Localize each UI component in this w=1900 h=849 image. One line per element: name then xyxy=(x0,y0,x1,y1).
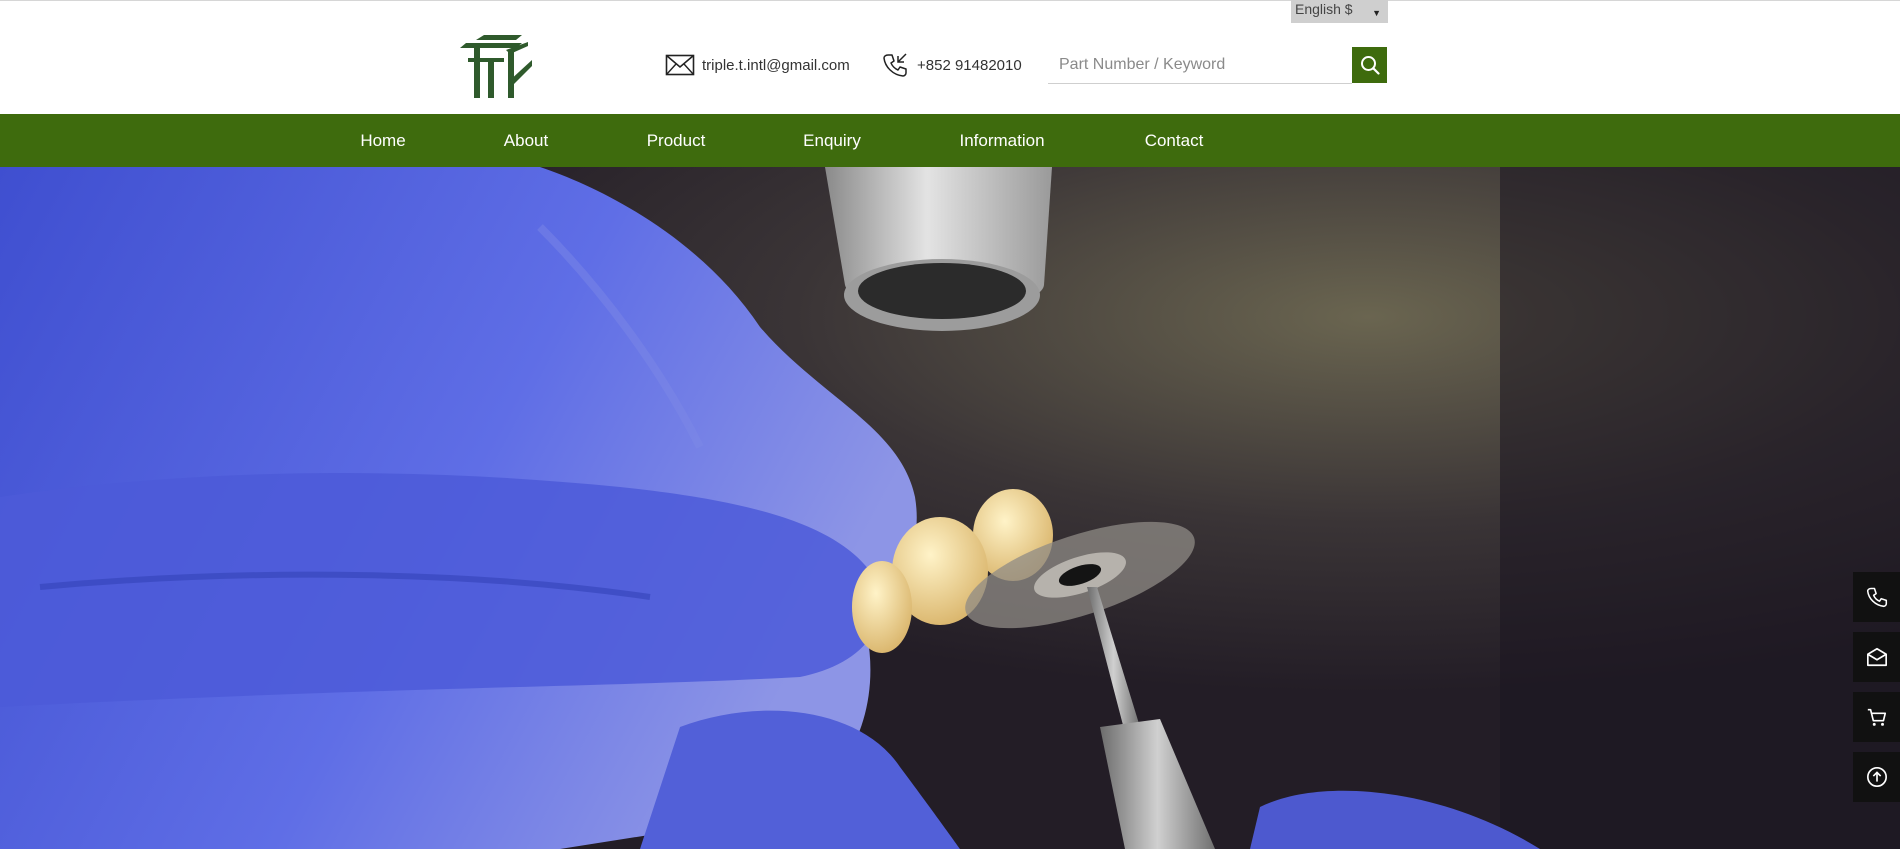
language-selected: English $ xyxy=(1295,1,1353,17)
phone-text[interactable]: +852 91482010 xyxy=(917,57,1022,74)
side-mail-button[interactable] xyxy=(1853,632,1900,682)
email-text[interactable]: triple.t.intl@gmail.com xyxy=(702,57,850,74)
nav-about[interactable]: About xyxy=(504,114,548,167)
phone-call-icon xyxy=(883,53,907,77)
side-phone-button[interactable] xyxy=(1853,572,1900,622)
nav-product[interactable]: Product xyxy=(647,114,706,167)
cart-icon xyxy=(1867,708,1886,726)
hero-banner xyxy=(0,167,1900,849)
nav-home[interactable]: Home xyxy=(360,114,405,167)
side-back-to-top-button[interactable] xyxy=(1853,752,1900,802)
search-button[interactable] xyxy=(1352,47,1387,83)
phone-icon xyxy=(1866,587,1887,608)
search-input[interactable] xyxy=(1048,47,1352,84)
nav-contact[interactable]: Contact xyxy=(1145,114,1204,167)
mail-icon xyxy=(1866,647,1887,667)
side-cart-button[interactable] xyxy=(1853,692,1900,742)
search-icon xyxy=(1360,56,1380,75)
company-logo[interactable] xyxy=(456,32,536,102)
dropdown-caret-icon: ▼ xyxy=(1372,8,1381,18)
search-bar xyxy=(1048,47,1387,84)
nav-information[interactable]: Information xyxy=(959,114,1044,167)
site-header: triple.t.intl@gmail.com +852 91482010 xyxy=(0,1,1900,114)
mail-icon xyxy=(665,54,695,76)
phone-contact[interactable]: +852 91482010 xyxy=(882,52,1022,78)
email-contact[interactable]: triple.t.intl@gmail.com xyxy=(665,52,850,78)
main-nav: Home About Product Enquiry Information C… xyxy=(0,114,1900,167)
nav-enquiry[interactable]: Enquiry xyxy=(803,114,861,167)
back-to-top-icon xyxy=(1866,767,1887,787)
language-selector[interactable]: English $ ▼ xyxy=(1291,0,1388,23)
hero-image xyxy=(0,167,1900,849)
